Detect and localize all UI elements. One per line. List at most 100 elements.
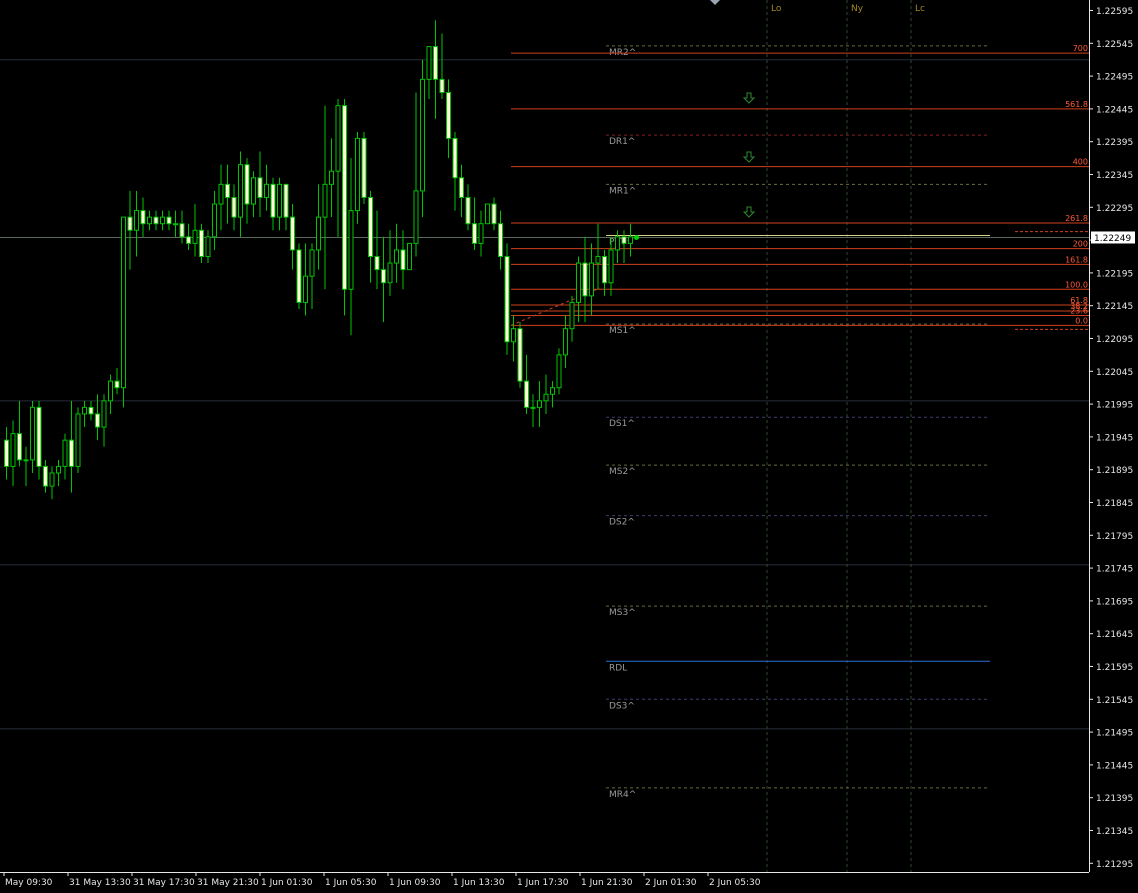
x-tick-label: 31 May 17:30 (133, 878, 195, 888)
candle-body-73 (478, 223, 484, 244)
fib-label: 200 (1073, 240, 1088, 249)
candle-body-27 (179, 223, 185, 238)
candle-body-70 (459, 177, 464, 198)
y-tick-label: 1.21845 (1096, 499, 1133, 509)
candle-body-13 (88, 406, 94, 415)
candle-body-94 (615, 236, 620, 251)
candle-body-30 (199, 229, 204, 257)
y-tick-label: 1.21795 (1096, 532, 1133, 542)
candle-body-66 (433, 46, 438, 80)
candle-body-1 (10, 433, 16, 467)
candle-body-35 (231, 196, 237, 218)
fib-label: 700 (1073, 44, 1088, 53)
candle-body-42 (277, 183, 282, 218)
candle-body-79 (517, 328, 523, 382)
annotations (634, 0, 756, 240)
candle-body-25 (166, 216, 172, 225)
candle-body-57 (374, 256, 380, 271)
candle-body-85 (556, 354, 562, 389)
fib-label: 261.8 (1065, 214, 1088, 223)
candle-body-11 (75, 413, 81, 467)
candle-body-51 (335, 105, 341, 172)
candle-body-78 (511, 328, 516, 343)
price-chart[interactable]: Lo Ny Lc MR2^DR1^MR1^PVT^MS1^DS1^MS2^DS2^M… (0, 0, 1138, 893)
pivot-label: MR1^ (609, 186, 636, 196)
pivot-label: DR1^ (609, 137, 635, 147)
y-tick-label: 1.21545 (1096, 696, 1133, 706)
y-tick-label: 1.22345 (1096, 171, 1133, 181)
candle-body-67 (439, 78, 445, 93)
y-tick-label: 1.22145 (1096, 302, 1133, 312)
candle-body-90 (589, 262, 594, 297)
y-tick-label: 1.21495 (1096, 729, 1133, 739)
axes: 1.22595 1.22545 1.22495 1.22445 1.22395 1.223… (0, 0, 1135, 888)
y-tick-label: 1.22045 (1096, 368, 1133, 378)
session-label: Lo (771, 4, 782, 14)
y-tick-label: 1.22445 (1096, 105, 1133, 115)
candle-body-83 (543, 393, 549, 402)
x-tick-label: 2 Jun 05:30 (709, 878, 761, 888)
candle-body-81 (530, 406, 536, 409)
pivot-label: MR4^ (609, 790, 636, 800)
y-tick-label: 1.21995 (1096, 401, 1133, 411)
candle-body-68 (446, 92, 451, 139)
candle-body-71 (465, 196, 471, 225)
fib-label: 161.8 (1065, 255, 1088, 264)
session-label: Ny (851, 4, 864, 14)
y-tick-label: 1.21895 (1096, 466, 1133, 476)
pivot-label: DS3^ (609, 701, 635, 711)
candle-body-77 (504, 256, 510, 343)
pivot-label: DS1^ (609, 419, 635, 429)
candle-body-49 (322, 183, 328, 218)
candle-body-26 (173, 223, 178, 226)
candle-body-58 (381, 269, 386, 284)
x-tick-label: 1 Jun 09:30 (389, 878, 441, 888)
y-tick-label: 1.21695 (1096, 597, 1133, 607)
candle-body-47 (309, 249, 315, 277)
candle-body-21 (140, 210, 146, 225)
candle-body-15 (101, 400, 107, 428)
candle-body-41 (270, 183, 276, 218)
candle-body-54 (355, 137, 360, 212)
candle-body-52 (342, 105, 347, 290)
y-tick-label: 1.21745 (1096, 565, 1133, 575)
down-arrow-1 (742, 151, 756, 163)
candle-body-74 (485, 203, 490, 225)
candle-body-84 (550, 387, 555, 395)
candle-body-56 (368, 196, 373, 258)
candle-body-8 (56, 465, 61, 474)
x-tick-label: 1 Jun 05:30 (325, 878, 377, 888)
candle-body-89 (582, 262, 588, 297)
candle-body-12 (82, 406, 87, 415)
candle-body-29 (192, 229, 198, 244)
candle-body-40 (264, 183, 269, 198)
down-arrow-0 (742, 92, 756, 104)
candle-body-91 (595, 256, 601, 264)
x-tick-label: 31 May 21:30 (197, 878, 259, 888)
candle-body-46 (303, 275, 308, 303)
pivot-fib-levels: MR2^DR1^MR1^PVT^MS1^DS1^MS2^DS2^MS3^RDLD… (510, 44, 1089, 800)
fib-label: 23.6 (1070, 307, 1088, 316)
y-tick-label: 1.22295 (1096, 204, 1133, 214)
x-tick-label: 1 Jun 13:30 (453, 878, 505, 888)
fib-label: 400 (1073, 158, 1088, 167)
candle-body-38 (251, 177, 256, 205)
candle-body-7 (49, 472, 55, 487)
candlesticks (4, 20, 633, 500)
candle-body-96 (628, 236, 633, 244)
candle-body-2 (17, 433, 22, 461)
y-tick-label: 1.22195 (1096, 269, 1133, 279)
x-tick-label: 2 Jun 01:30 (645, 878, 697, 888)
x-tick-label: 1 Jun 01:30 (261, 878, 313, 888)
x-tick-label: 1 Jun 17:30 (517, 878, 569, 888)
candle-body-14 (95, 413, 100, 428)
candle-body-34 (225, 183, 230, 198)
candle-body-32 (212, 203, 217, 238)
candle-body-0 (4, 439, 9, 467)
candle-body-53 (348, 210, 354, 290)
candle-body-61 (400, 249, 406, 271)
candle-body-18 (121, 216, 126, 389)
candle-body-23 (153, 216, 159, 225)
y-tick-label: 1.21395 (1096, 794, 1133, 804)
candle-body-39 (257, 177, 263, 198)
